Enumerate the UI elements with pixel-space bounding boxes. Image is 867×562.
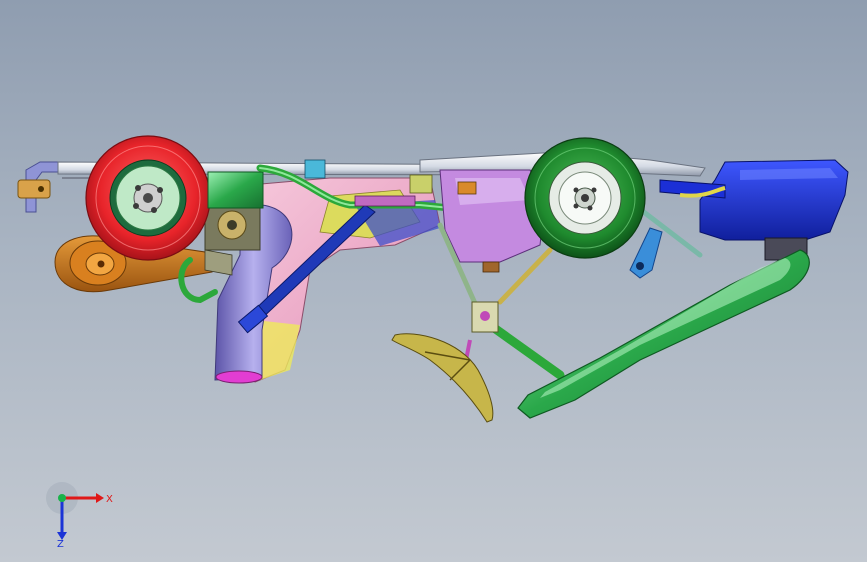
x-axis-arrow — [96, 493, 104, 503]
cad-viewport[interactable]: X Z — [0, 0, 867, 562]
coordinate-triad: X Z — [46, 482, 113, 548]
kingpin-bracket[interactable] — [629, 227, 663, 279]
steering-column[interactable] — [463, 301, 499, 366]
rear-wheel[interactable] — [85, 135, 211, 261]
kart-assembly-model[interactable] — [0, 0, 867, 562]
front-wheel[interactable] — [524, 137, 646, 259]
rear-bracket[interactable] — [17, 161, 61, 213]
seat-back[interactable] — [207, 171, 264, 209]
z-axis-label: Z — [57, 539, 64, 548]
steering-wheel[interactable] — [391, 333, 494, 423]
y-axis-dot — [58, 494, 66, 502]
x-axis-label: X — [106, 494, 113, 505]
side-pod[interactable] — [517, 249, 810, 419]
